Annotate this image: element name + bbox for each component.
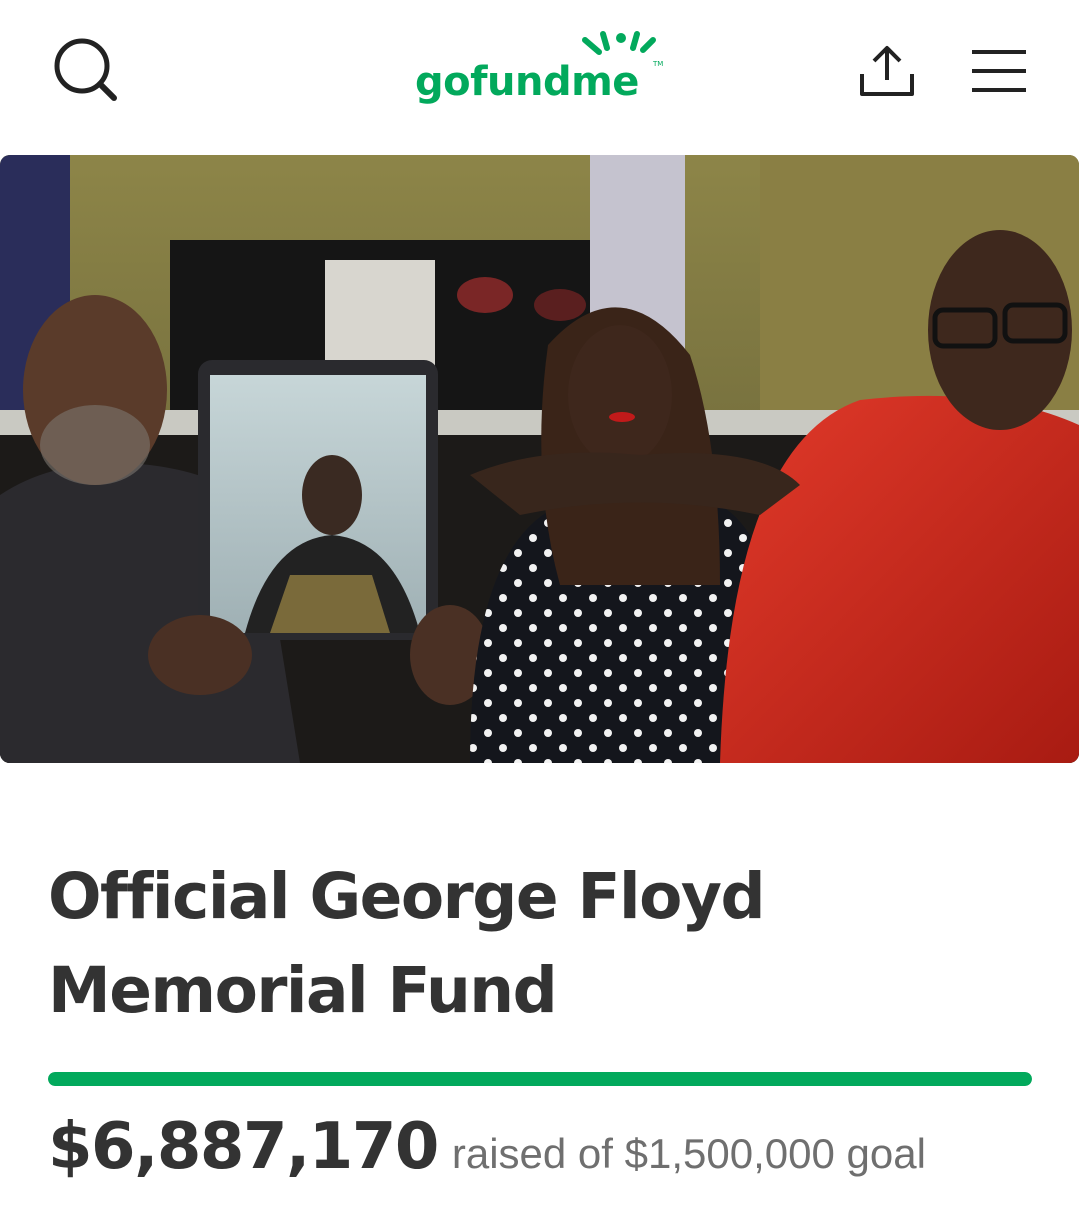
- campaign-title: Official George Floyd Memorial Fund: [48, 860, 766, 1027]
- logo-text: gofundme: [415, 59, 639, 105]
- donation-summary: $6,887,170 raised of $1,500,000 goal: [48, 1110, 926, 1184]
- amount-raised: $6,887,170: [48, 1110, 439, 1184]
- app-header: gofundme TM: [0, 0, 1079, 140]
- logo-trademark: TM: [653, 60, 664, 68]
- share-icon: [860, 46, 914, 96]
- search-button[interactable]: [48, 32, 124, 108]
- donation-progress-bar: [48, 1072, 1032, 1086]
- share-button[interactable]: [852, 36, 922, 106]
- gofundme-logo[interactable]: gofundme TM: [415, 28, 665, 112]
- campaign-hero-image: [0, 155, 1079, 763]
- donation-progress-fill: [48, 1072, 1032, 1086]
- logo-rays-icon: [582, 31, 656, 55]
- search-icon: [54, 38, 117, 101]
- hamburger-menu-icon: [972, 50, 1026, 92]
- menu-button[interactable]: [966, 44, 1032, 98]
- goal-text: raised of $1,500,000 goal: [451, 1130, 926, 1177]
